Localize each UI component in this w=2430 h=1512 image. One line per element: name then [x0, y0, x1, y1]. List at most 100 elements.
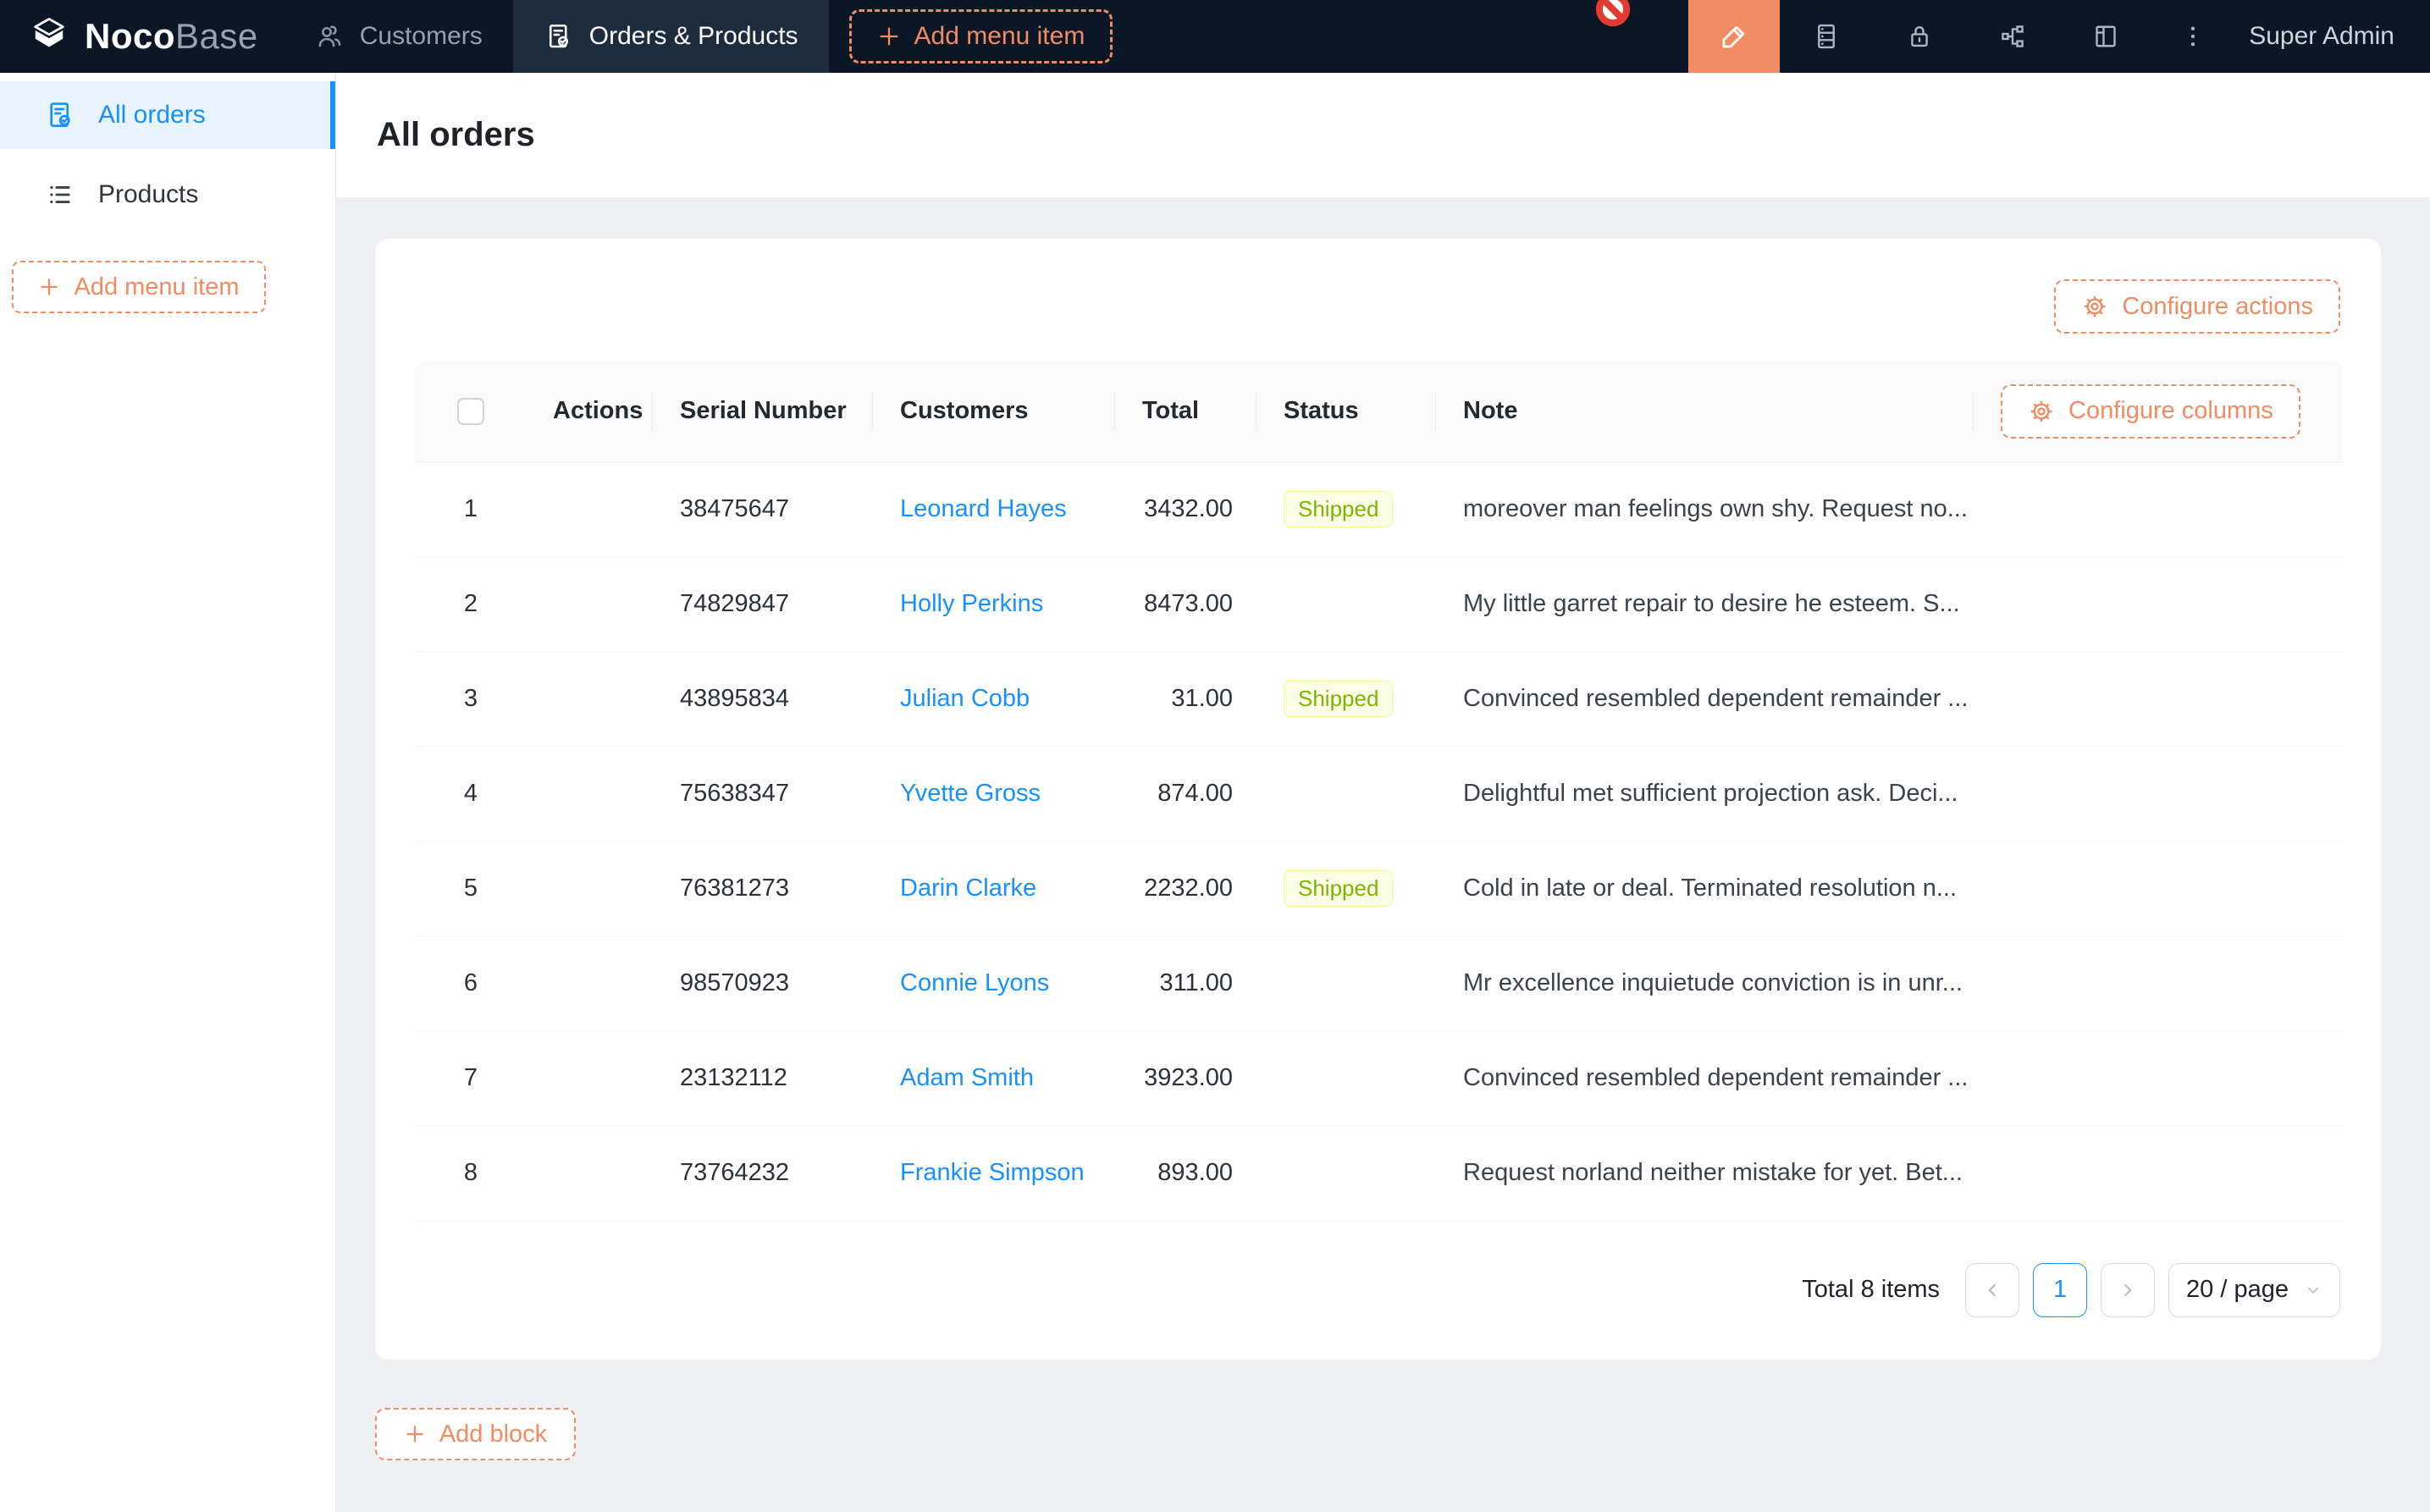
config-cell — [1974, 556, 2343, 651]
customer-cell: Frankie Simpson — [873, 1125, 1115, 1220]
actions-cell — [526, 556, 653, 651]
row-index: 6 — [416, 935, 526, 1030]
lock-icon — [1904, 21, 1935, 52]
add-block-button[interactable]: Add block — [375, 1408, 576, 1460]
status-cell — [1256, 1030, 1436, 1125]
nav-add-menu-item-button[interactable]: Add menu item — [849, 9, 1113, 63]
status-cell — [1256, 746, 1436, 841]
nav-tab-customers[interactable]: Customers — [284, 0, 513, 73]
customer-link[interactable]: Holly Perkins — [900, 590, 1043, 617]
column-header-note: Note — [1436, 361, 1974, 461]
content-area: Configure actions Actions Serial Number … — [336, 197, 2430, 1512]
actions-cell — [526, 935, 653, 1030]
total-cell: 8473.00 — [1115, 556, 1256, 651]
plugin-manager-button[interactable] — [1780, 0, 1873, 73]
serial-cell: 38475647 — [653, 461, 873, 556]
config-cell — [1974, 1125, 2343, 1220]
customer-link[interactable]: Julian Cobb — [900, 685, 1030, 712]
status-badge: Shipped — [1284, 870, 1393, 907]
table-header-row: Actions Serial Number Customers Total St… — [416, 361, 2343, 461]
serial-cell: 74829847 — [653, 556, 873, 651]
config-cell — [1974, 461, 2343, 556]
pagination-total: Total 8 items — [1802, 1276, 1940, 1304]
page-title: All orders — [377, 116, 535, 154]
more-actions-button[interactable] — [2152, 0, 2234, 73]
customer-cell: Connie Lyons — [873, 935, 1115, 1030]
customer-cell: Leonard Hayes — [873, 461, 1115, 556]
status-cell — [1256, 1125, 1436, 1220]
config-cell — [1974, 841, 2343, 935]
pagination-page-1[interactable]: 1 — [2033, 1263, 2087, 1317]
total-cell: 2232.00 — [1115, 841, 1256, 935]
customer-link[interactable]: Frankie Simpson — [900, 1159, 1085, 1186]
row-index: 8 — [416, 1125, 526, 1220]
customer-link[interactable]: Connie Lyons — [900, 969, 1049, 996]
pagination-next-button[interactable] — [2101, 1263, 2155, 1317]
sidebar-item-products[interactable]: Products — [0, 161, 335, 229]
customer-link[interactable]: Adam Smith — [900, 1064, 1034, 1091]
customer-cell: Adam Smith — [873, 1030, 1115, 1125]
table-row: 1 38475647 Leonard Hayes 3432.00 Shipped… — [416, 461, 2343, 556]
customer-cell: Julian Cobb — [873, 651, 1115, 746]
customer-link[interactable]: Leonard Hayes — [900, 495, 1067, 522]
configure-actions-button[interactable]: Configure actions — [2054, 279, 2340, 334]
customer-link[interactable]: Darin Clarke — [900, 875, 1036, 902]
page-size-select[interactable]: 20 / page — [2168, 1263, 2340, 1317]
pagination-prev-button[interactable] — [1965, 1263, 2019, 1317]
serial-cell: 76381273 — [653, 841, 873, 935]
configure-columns-button[interactable]: Configure columns — [2001, 384, 2300, 439]
total-cell: 3923.00 — [1115, 1030, 1256, 1125]
serial-cell: 73764232 — [653, 1125, 873, 1220]
page-header: All orders — [336, 73, 2430, 197]
customer-link[interactable]: Yvette Gross — [900, 780, 1041, 807]
customer-cell: Holly Perkins — [873, 556, 1115, 651]
nav-tabs: Customers Orders & Products — [284, 0, 829, 73]
access-control-button[interactable] — [1873, 0, 1966, 73]
table-row: 7 23132112 Adam Smith 3923.00 Convinced … — [416, 1030, 2343, 1125]
customer-cell: Yvette Gross — [873, 746, 1115, 841]
table-row: 6 98570923 Connie Lyons 311.00 Mr excell… — [416, 935, 2343, 1030]
nav-tab-orders-products[interactable]: Orders & Products — [513, 0, 829, 73]
note-cell: Request norland neither mistake for yet.… — [1436, 1125, 1974, 1220]
row-index: 3 — [416, 651, 526, 746]
plus-icon — [404, 1423, 426, 1445]
total-cell: 874.00 — [1115, 746, 1256, 841]
user-menu[interactable]: Super Admin — [2234, 0, 2430, 73]
table-row: 5 76381273 Darin Clarke 2232.00 Shipped … — [416, 841, 2343, 935]
select-all-checkbox[interactable] — [457, 398, 484, 425]
ui-editor-button[interactable] — [1688, 0, 1780, 73]
chevron-down-icon — [2304, 1281, 2322, 1300]
config-cell — [1974, 651, 2343, 746]
status-badge: Shipped — [1284, 491, 1393, 527]
note-cell: Cold in late or deal. Terminated resolut… — [1436, 841, 1974, 935]
api-sitemap-icon — [1997, 21, 2028, 52]
sidebar-item-label: Products — [98, 180, 198, 209]
ui-schema-button[interactable] — [2059, 0, 2152, 73]
sidebar-item-all-orders[interactable]: All orders — [0, 81, 335, 149]
table-row: 4 75638347 Yvette Gross 874.00 Delightfu… — [416, 746, 2343, 841]
serial-cell: 23132112 — [653, 1030, 873, 1125]
sidebar-add-menu-item-button[interactable]: Add menu item — [12, 261, 266, 313]
note-cell: Delightful met sufficient projection ask… — [1436, 746, 1974, 841]
status-cell: Shipped — [1256, 461, 1436, 556]
row-index: 4 — [416, 746, 526, 841]
api-button[interactable] — [1966, 0, 2059, 73]
orders-table: Actions Serial Number Customers Total St… — [416, 361, 2343, 1221]
status-cell — [1256, 556, 1436, 651]
row-index: 1 — [416, 461, 526, 556]
row-index: 2 — [416, 556, 526, 651]
config-cell — [1974, 935, 2343, 1030]
customer-cell: Darin Clarke — [873, 841, 1115, 935]
note-cell: Convinced resembled dependent remainder … — [1436, 651, 1974, 746]
status-cell: Shipped — [1256, 841, 1436, 935]
config-cell — [1974, 1030, 2343, 1125]
total-cell: 893.00 — [1115, 1125, 1256, 1220]
chevron-right-icon — [2117, 1279, 2139, 1301]
plus-icon — [38, 276, 60, 298]
note-cell: My little garret repair to desire he est… — [1436, 556, 1974, 651]
nav-tab-label: Customers — [360, 22, 483, 51]
total-cell: 3432.00 — [1115, 461, 1256, 556]
users-icon — [314, 21, 345, 52]
app-logo[interactable]: NocoBase — [0, 0, 284, 73]
table-row: 3 43895834 Julian Cobb 31.00 Shipped Con… — [416, 651, 2343, 746]
